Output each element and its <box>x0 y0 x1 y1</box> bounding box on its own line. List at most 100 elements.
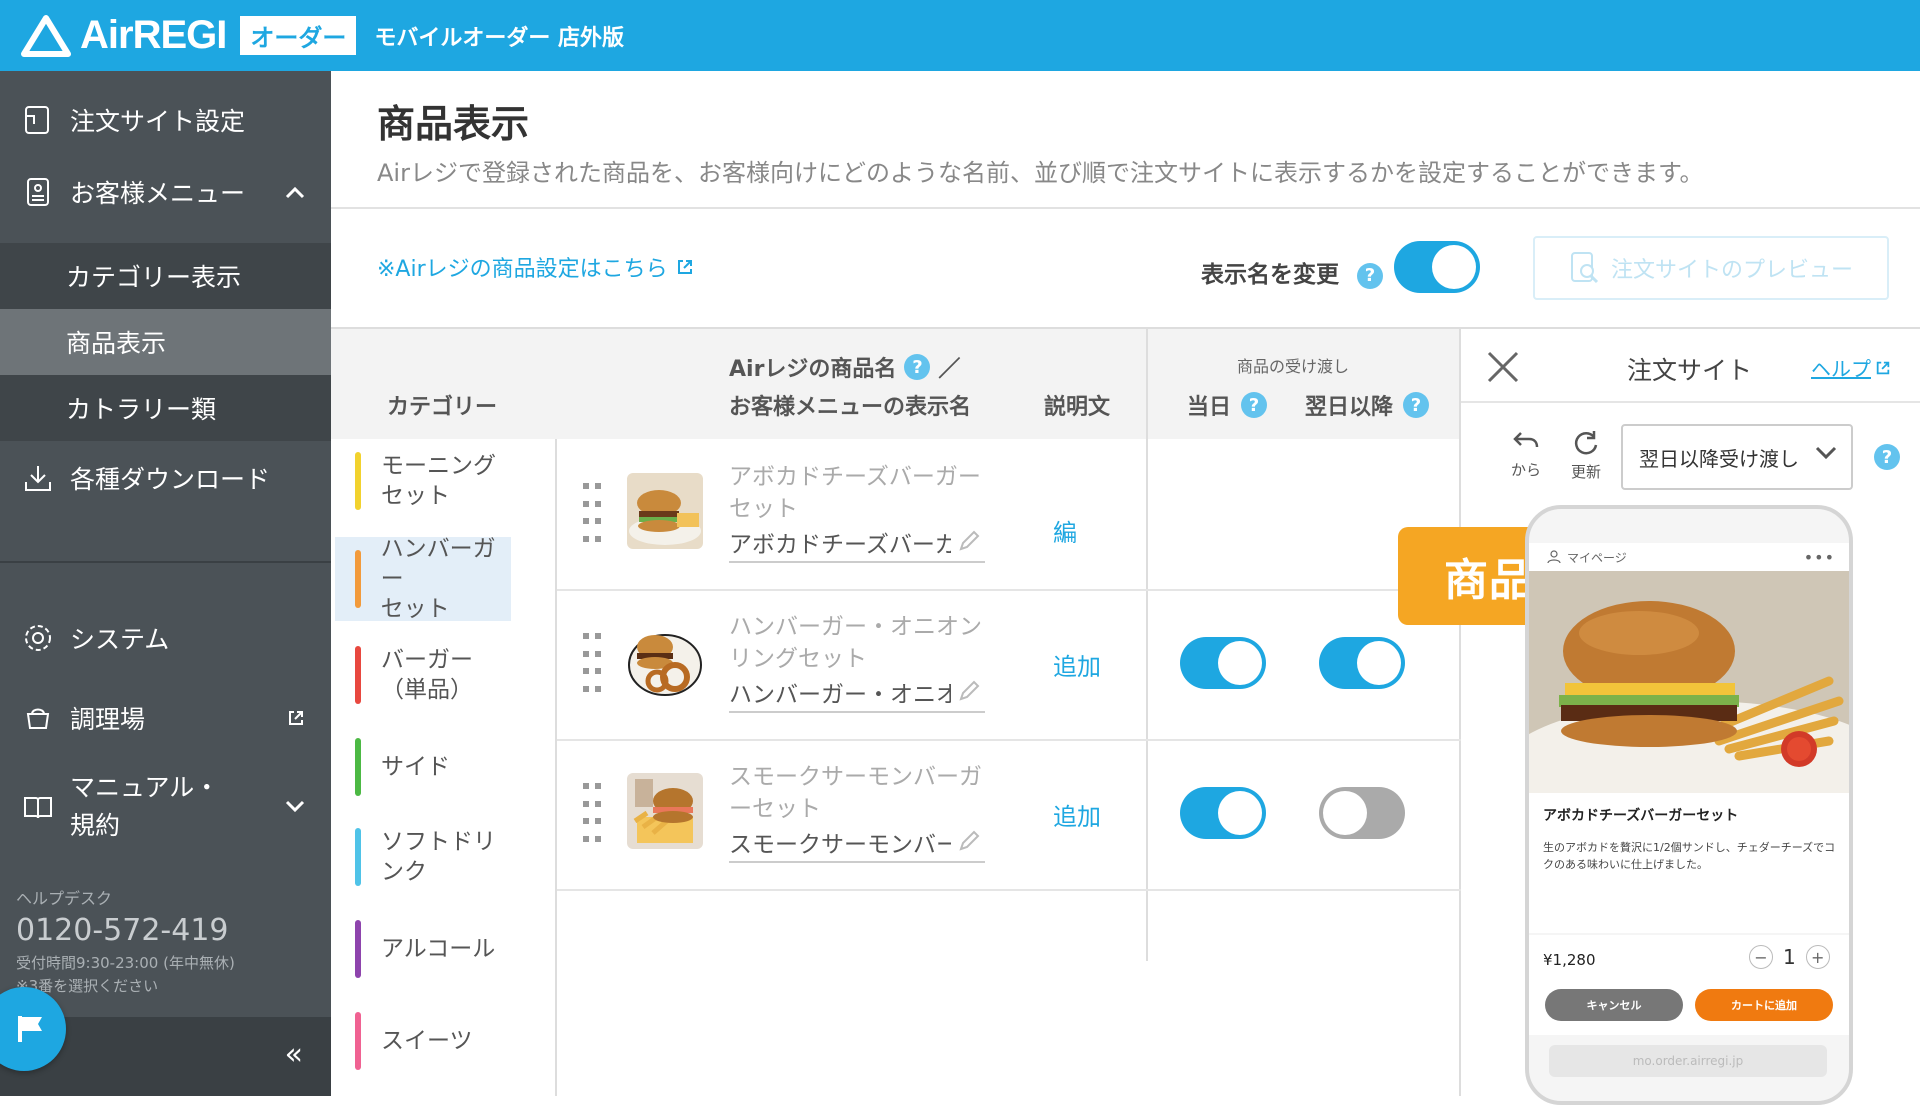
phone-qty-stepper[interactable]: − 1 + <box>1749 945 1830 969</box>
today-toggle[interactable] <box>1180 637 1266 689</box>
close-icon[interactable] <box>1485 349 1521 385</box>
product-display-name[interactable]: アボカドチーズバーガーセット <box>729 525 951 559</box>
undo-icon <box>1513 432 1539 448</box>
refresh-button[interactable]: 更新 <box>1561 429 1611 482</box>
handover-select[interactable]: 翌日以降受け渡し <box>1621 424 1853 490</box>
phone-topbar-label: マイページ <box>1567 550 1627 565</box>
kitchen-icon <box>20 700 56 736</box>
rename-toggle[interactable] <box>1394 241 1480 293</box>
airregi-settings-link[interactable]: ※Airレジの商品設定はこちら <box>377 251 694 283</box>
logo-text: AirREGI <box>80 13 227 57</box>
pencil-icon[interactable] <box>957 829 981 853</box>
description-add-link[interactable]: 追加 <box>1053 797 1101 832</box>
phone-cancel-button[interactable]: キャンセル <box>1545 989 1683 1021</box>
product-airregi-name: スモークサーモンバーガーセット <box>729 764 982 822</box>
sidebar-item-label: 注文サイト設定 <box>70 107 246 136</box>
help-question-icon[interactable]: ? <box>904 354 931 380</box>
toggle-knob <box>1357 641 1401 685</box>
col-header-today: 当日 ? <box>1187 389 1268 421</box>
preview-button[interactable]: 注文サイトのプレビュー <box>1533 236 1889 300</box>
chevron-down-icon <box>1815 446 1837 460</box>
pencil-icon[interactable] <box>957 679 981 703</box>
more-icon[interactable]: ••• <box>1804 548 1835 567</box>
sidebar-item-system[interactable]: システム <box>0 605 331 671</box>
product-airregi-name: アボカドチーズバーガーセット <box>729 464 981 522</box>
help-question-icon[interactable]: ? <box>1403 392 1430 418</box>
category-name: アルコール <box>381 936 496 962</box>
sidebar-item-label: お客様メニュー <box>70 179 246 208</box>
external-link-icon <box>1876 361 1890 374</box>
help-question-icon[interactable]: ? <box>1357 262 1384 289</box>
sidebar-sub-label: カテゴリー表示 <box>66 263 242 292</box>
category-name: モーニング セット <box>381 453 496 509</box>
drag-handle[interactable] <box>583 633 601 697</box>
phone-product-name: アボカドチーズバーガーセット <box>1543 808 1739 824</box>
drag-handle[interactable] <box>583 783 601 847</box>
phone-price: ¥1,280 <box>1543 951 1596 969</box>
preview-button-label: 注文サイトのプレビュー <box>1610 258 1853 283</box>
category-name: スイーツ <box>381 1028 473 1054</box>
category-item-sweets[interactable]: スイーツ <box>335 999 511 1083</box>
flag-icon <box>18 1016 42 1042</box>
toggle-knob <box>1432 245 1476 289</box>
phone-add-to-cart-button[interactable]: カートに追加 <box>1695 989 1833 1021</box>
divider <box>557 889 1461 891</box>
col-header-nextday: 翌日以降 ? <box>1305 389 1430 421</box>
preview-panel-title: 注文サイト <box>1627 356 1753 385</box>
flag-button[interactable] <box>0 987 66 1071</box>
sidebar-item-kitchen[interactable]: 調理場 <box>0 685 331 751</box>
sidebar-item-order-site[interactable]: 注文サイト設定 <box>0 87 331 153</box>
category-item-soft-drink[interactable]: ソフトドリ ンク <box>335 815 511 899</box>
nextday-toggle[interactable] <box>1319 637 1405 689</box>
description-add-link[interactable]: 追加 <box>1053 647 1101 682</box>
collapse-sidebar-button[interactable]: « <box>285 1037 303 1072</box>
help-question-icon[interactable]: ? <box>1241 392 1268 418</box>
input-underline <box>729 561 985 563</box>
sidebar-item-manual[interactable]: マニュアル・ 規約 <box>0 765 331 849</box>
help-desk-note: ※3番を選択ください <box>16 977 159 995</box>
toggle-knob <box>1218 791 1262 835</box>
app-logo[interactable]: AirREGI オーダー <box>20 13 357 58</box>
airregi-settings-link-label: ※Airレジの商品設定はこちら <box>377 257 668 282</box>
product-display-name[interactable]: スモークサーモンバーガーセット <box>729 825 951 859</box>
download-icon <box>20 460 56 496</box>
minus-icon[interactable]: − <box>1749 945 1773 969</box>
help-question-icon[interactable]: ? <box>1874 444 1900 470</box>
sidebar-item-download[interactable]: 各種ダウンロード <box>0 445 331 511</box>
sidebar-item-customer-menu[interactable]: お客様メニュー <box>0 159 331 225</box>
today-toggle[interactable] <box>1180 787 1266 839</box>
external-link-icon <box>289 711 303 725</box>
col-header-description: 説明文 <box>1044 395 1111 420</box>
drag-handle[interactable] <box>583 483 601 547</box>
back-label: から <box>1510 461 1541 479</box>
plus-icon[interactable]: + <box>1805 945 1830 969</box>
input-underline <box>729 711 985 713</box>
gear-icon <box>20 620 56 656</box>
back-button[interactable]: から <box>1501 429 1551 480</box>
description-edit-link[interactable]: 編 <box>1053 513 1077 548</box>
category-item-burger-single[interactable]: バーガー （単品） <box>335 633 511 717</box>
help-link-label: ヘルプ <box>1811 357 1871 381</box>
sidebar-item-label: 各種ダウンロード <box>70 465 271 494</box>
product-thumbnail <box>627 623 703 699</box>
divider <box>1146 329 1148 961</box>
product-display-name[interactable]: ハンバーガー・オニオンリングセット <box>729 675 951 709</box>
rename-label-text: 表示名を変更 <box>1201 262 1339 288</box>
sidebar-sub-cutlery[interactable]: カトラリー類 <box>0 375 331 441</box>
category-item-side[interactable]: サイド <box>335 725 511 809</box>
help-desk-phone[interactable]: 0120-572-419 <box>16 913 235 948</box>
category-item-alcohol[interactable]: アルコール <box>335 907 511 991</box>
category-item-hamburger-set[interactable]: ハンバーガー セット <box>335 536 511 622</box>
category-name: バーガー （単品） <box>381 647 473 703</box>
help-link[interactable]: ヘルプ <box>1811 353 1891 382</box>
sidebar-footer: « <box>0 987 331 1096</box>
manual-icon <box>20 789 56 825</box>
col-header-name-sep: ／ <box>938 357 961 382</box>
sidebar-sub-category[interactable]: カテゴリー表示 <box>0 243 331 309</box>
category-item-morning[interactable]: モーニング セット <box>335 441 511 521</box>
input-underline <box>729 861 985 863</box>
pencil-icon[interactable] <box>957 529 981 553</box>
nextday-toggle[interactable] <box>1319 787 1405 839</box>
sidebar-sub-product[interactable]: 商品表示 <box>0 309 331 375</box>
phone-qty-value: 1 <box>1783 945 1796 969</box>
